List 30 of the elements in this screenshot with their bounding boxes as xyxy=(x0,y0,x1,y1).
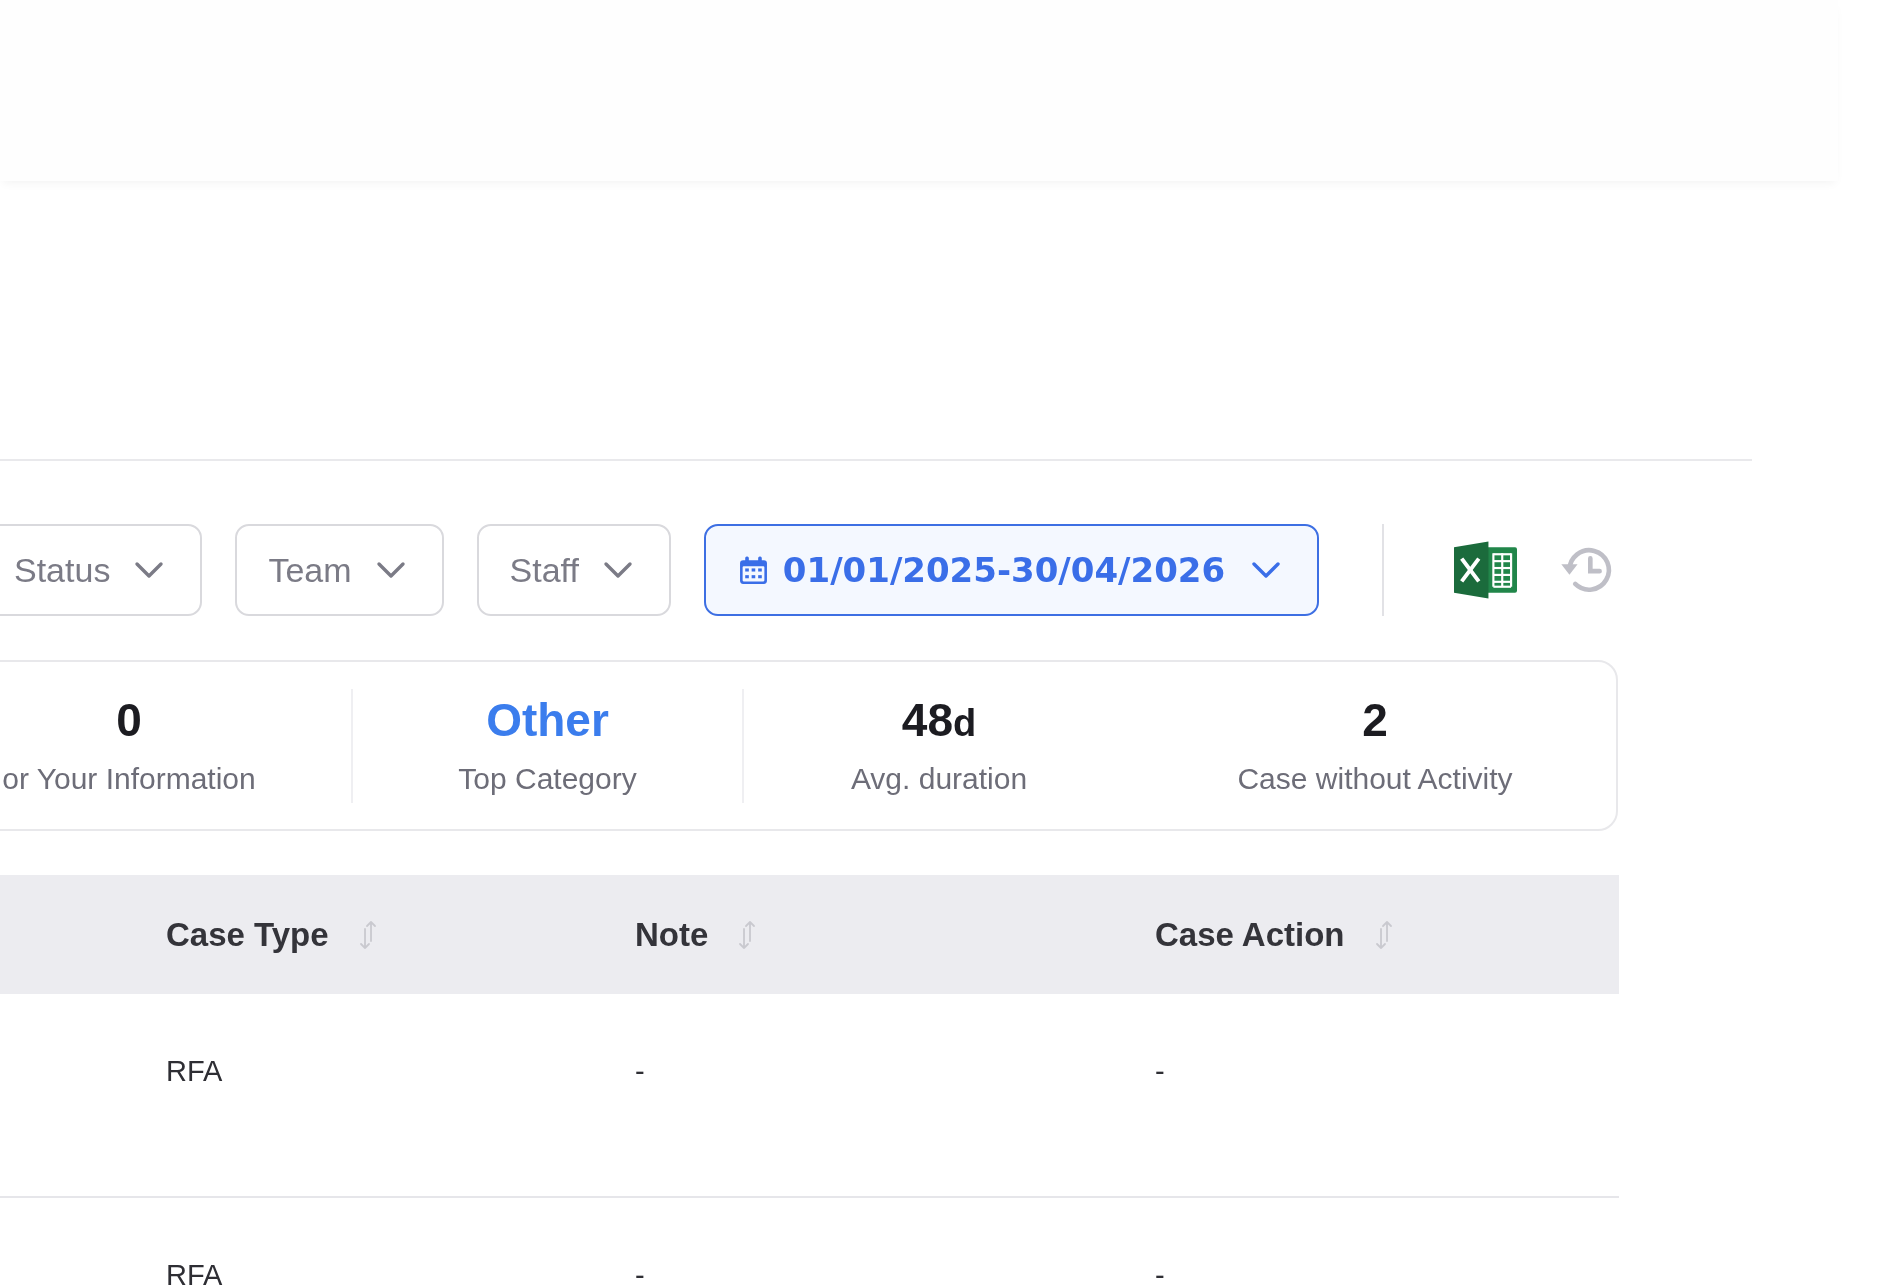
table-text: - xyxy=(635,1261,645,1288)
column-heading[interactable]: Case Action xyxy=(1155,915,1345,954)
stat-label: Top Category xyxy=(458,760,637,797)
chevron-down-icon xyxy=(1251,561,1282,579)
filter-dropdown[interactable]: Staff xyxy=(476,524,671,616)
stat-label: or Your Information xyxy=(2,760,256,797)
filter-dropdown[interactable]: Team xyxy=(235,524,444,616)
sort-icon[interactable] xyxy=(358,919,377,950)
filter-dropdown[interactable]: Status xyxy=(0,524,203,616)
date-range-picker[interactable]: 01/01/2025-30/04/2026 xyxy=(703,524,1320,616)
column-heading[interactable]: Note xyxy=(635,915,709,954)
table-text: RFA xyxy=(166,1057,223,1085)
stat-label: Case without Activity xyxy=(1237,760,1513,797)
sort-icon[interactable] xyxy=(738,919,757,950)
sort-icon[interactable] xyxy=(1374,919,1393,950)
calendar-icon xyxy=(738,555,768,585)
table-text: - xyxy=(1155,1261,1165,1288)
column-heading[interactable]: Case Type xyxy=(166,915,329,954)
table-text: RFA xyxy=(166,1261,223,1288)
stat-value: 0 xyxy=(116,696,142,743)
table-text: - xyxy=(635,1057,645,1085)
spreadsheet-icon[interactable] xyxy=(1454,541,1518,599)
table-text: - xyxy=(1155,1057,1165,1085)
stat-value: 2 xyxy=(1362,696,1388,743)
chevron-down-icon xyxy=(602,561,633,579)
stat-label: Avg. duration xyxy=(850,760,1028,797)
stat-value: 48d xyxy=(901,696,977,743)
chevron-down-icon xyxy=(134,561,165,579)
chevron-down-icon xyxy=(375,561,406,579)
stat-value: Other xyxy=(486,696,609,743)
